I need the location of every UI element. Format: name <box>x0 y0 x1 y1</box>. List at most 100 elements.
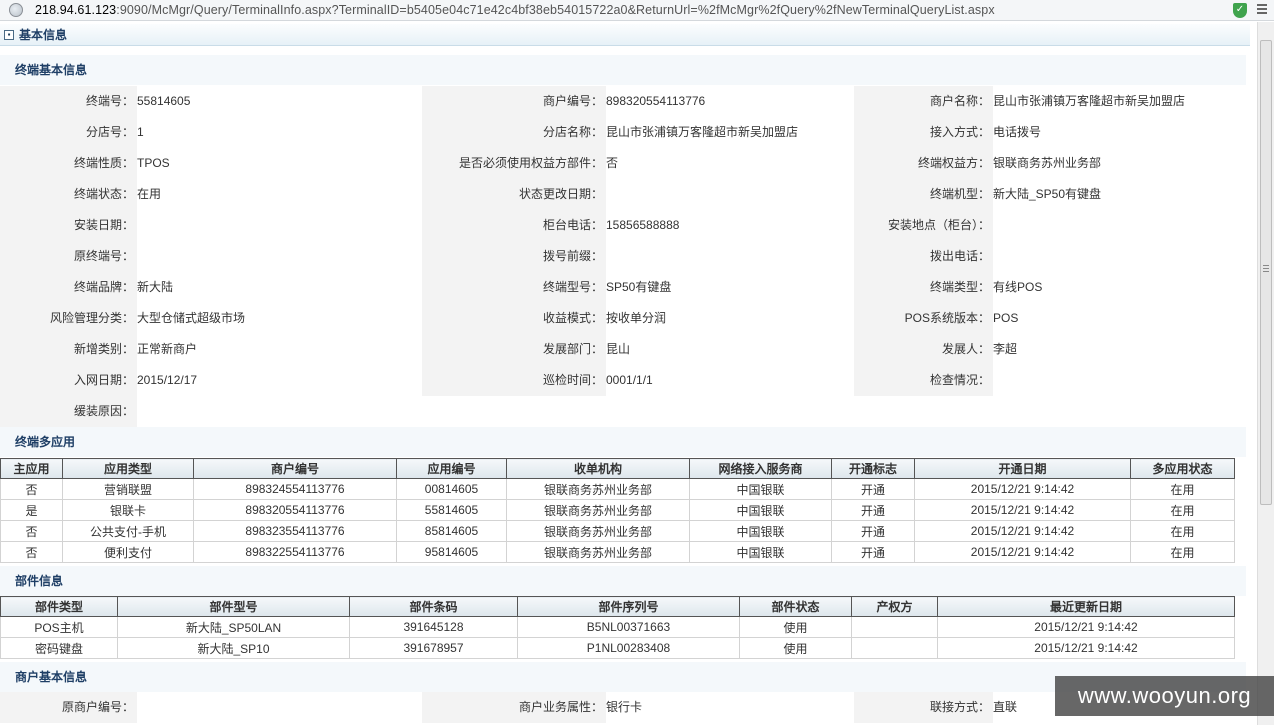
table-cell: POS主机 <box>0 616 118 638</box>
field-label: 发展部门： <box>422 334 606 365</box>
info-row: 风险管理分类： 大型仓储式超级市场 收益模式： 按收单分润 POS系统版本： POS <box>0 303 1246 334</box>
field-label: 发展人： <box>854 334 993 365</box>
field-label: 接入方式： <box>854 117 993 148</box>
menu-icon[interactable] <box>1255 2 1269 18</box>
table-cell: 2015/12/21 9:14:42 <box>914 499 1131 521</box>
field-label: 安装日期： <box>0 210 137 241</box>
field-label: 柜台电话： <box>422 210 606 241</box>
field-value: 在用 <box>137 179 422 210</box>
field-value: 新大陆_SP50有键盘 <box>993 179 1246 210</box>
field-value: 有线POS <box>993 272 1246 303</box>
table-cell: 55814605 <box>396 499 507 521</box>
field-label: POS系统版本： <box>854 303 993 334</box>
table-cell: 银联商务苏州业务部 <box>506 478 690 500</box>
field-label: 终端号： <box>0 86 137 117</box>
table-row[interactable]: 否营销联盟 898324554113776 00814605 银联商务苏州业务部 中国银… <box>0 478 1235 500</box>
field-label: 安装地点（柜台）： <box>854 210 993 241</box>
field-label: 原商户编号： <box>0 692 137 723</box>
field-value: 新大陆 <box>137 272 422 303</box>
field-label: 终端性质： <box>0 148 137 179</box>
info-row: 新增类别： 正常新商户 发展部门： 昆山 发展人： 李超 <box>0 334 1246 365</box>
field-label: 终端权益方： <box>854 148 993 179</box>
panel-title: 基本信息 <box>19 28 68 42</box>
field-value: TPOS <box>137 148 422 179</box>
table-cell <box>851 637 938 659</box>
globe-icon <box>9 3 23 17</box>
field-label: 终端状态： <box>0 179 137 210</box>
field-label: 终端机型： <box>854 179 993 210</box>
column-header: 产权方 <box>851 596 938 617</box>
table-cell: 中国银联 <box>689 499 832 521</box>
table-cell: 使用 <box>739 616 852 638</box>
table-cell: 银联商务苏州业务部 <box>506 499 690 521</box>
table-cell: 否 <box>0 541 63 563</box>
field-label: 商户名称： <box>854 86 993 117</box>
column-header: 开通标志 <box>831 458 915 479</box>
field-label: 联接方式： <box>854 692 993 723</box>
field-label: 状态更改日期： <box>422 179 606 210</box>
field-value <box>606 241 854 272</box>
table-cell: 公共支付-手机 <box>62 520 194 542</box>
column-header: 商户编号 <box>193 458 397 479</box>
table-cell: 中国银联 <box>689 520 832 542</box>
table-cell: 开通 <box>831 541 915 563</box>
info-row: 分店号： 1 分店名称： 昆山市张浦镇万客隆超市新吴加盟店 接入方式： 电话拨号 <box>0 117 1246 148</box>
column-header: 部件条码 <box>349 596 518 617</box>
column-header: 最近更新日期 <box>937 596 1235 617</box>
table-cell: 在用 <box>1130 520 1235 542</box>
field-value <box>137 241 422 272</box>
table-cell: 85814605 <box>396 520 507 542</box>
table-cell: 营销联盟 <box>62 478 194 500</box>
field-value <box>137 210 422 241</box>
table-cell: P1NL00283408 <box>517 637 740 659</box>
collapse-icon[interactable]: ▪ <box>4 29 14 40</box>
field-value: 大型仓储式超级市场 <box>137 303 422 334</box>
table-cell: 否 <box>0 520 63 542</box>
table-cell: 开通 <box>831 478 915 500</box>
field-value: 0001/1/1 <box>606 365 854 396</box>
table-cell: 95814605 <box>396 541 507 563</box>
field-label: 风险管理分类： <box>0 303 137 334</box>
table-cell: 391645128 <box>349 616 518 638</box>
field-value: 按收单分润 <box>606 303 854 334</box>
table-row[interactable]: 是银联卡 898320554113776 55814605 银联商务苏州业务部 中国银联… <box>0 499 1235 521</box>
info-row: 终端号： 55814605 商户编号： 898320554113776 商户名称： 昆山市… <box>0 86 1246 117</box>
field-value: 898320554113776 <box>606 86 854 117</box>
section-title-terminal-basic: 终端基本信息 <box>0 55 1246 85</box>
table-cell: 2015/12/21 9:14:42 <box>937 616 1235 638</box>
table-cell: 898320554113776 <box>193 499 397 521</box>
field-label: 拨出电话： <box>854 241 993 272</box>
table-cell: 新大陆_SP50LAN <box>117 616 350 638</box>
field-value: 银联商务苏州业务部 <box>993 148 1246 179</box>
field-value: 55814605 <box>137 86 422 117</box>
table-cell: 便利支付 <box>62 541 194 563</box>
field-value: 昆山市张浦镇万客隆超市新吴加盟店 <box>993 86 1246 117</box>
field-value: 昆山 <box>606 334 854 365</box>
table-cell: 银联商务苏州业务部 <box>506 541 690 563</box>
table-cell: 否 <box>0 478 63 500</box>
info-row: 终端性质： TPOS 是否必须使用权益方部件：否终端权益方： 银联商务苏州业务部 <box>0 148 1246 179</box>
field-label: 是否必须使用权益方部件： <box>422 148 606 179</box>
table-cell: 在用 <box>1130 478 1235 500</box>
table-row[interactable]: 密码键盘 新大陆_SP10 391678957 P1NL00283408 使用 2015/… <box>0 637 1235 659</box>
url-text[interactable]: 218.94.61.123:9090/McMgr/Query/TerminalI… <box>35 3 995 17</box>
column-header: 开通日期 <box>914 458 1131 479</box>
table-row[interactable]: 否便利支付 898322554113776 95814605 银联商务苏州业务部 中国银… <box>0 541 1235 563</box>
column-header: 主应用 <box>0 458 63 479</box>
column-header: 应用类型 <box>62 458 194 479</box>
address-bar[interactable]: 218.94.61.123:9090/McMgr/Query/TerminalI… <box>0 0 1274 21</box>
scrollbar-grip-icon <box>1263 265 1269 275</box>
basic-info-panel-header[interactable]: ▪ 基本信息 <box>0 24 1250 46</box>
table-cell: 是 <box>0 499 63 521</box>
table-row[interactable]: 否公共支付-手机 898323554113776 85814605 银联商务苏州业务部… <box>0 520 1235 542</box>
security-shield-icon[interactable]: ✓ <box>1233 3 1247 18</box>
field-value: 15856588888 <box>606 210 854 241</box>
table-cell: 开通 <box>831 499 915 521</box>
field-label: 拨号前缀： <box>422 241 606 272</box>
field-label: 分店名称： <box>422 117 606 148</box>
field-value: 正常新商户 <box>137 334 422 365</box>
table-row[interactable]: POS主机 新大陆_SP50LAN 391645128 B5NL00371663 使用 2… <box>0 616 1235 638</box>
table-cell: 00814605 <box>396 478 507 500</box>
column-header: 部件状态 <box>739 596 852 617</box>
column-header: 部件型号 <box>117 596 350 617</box>
